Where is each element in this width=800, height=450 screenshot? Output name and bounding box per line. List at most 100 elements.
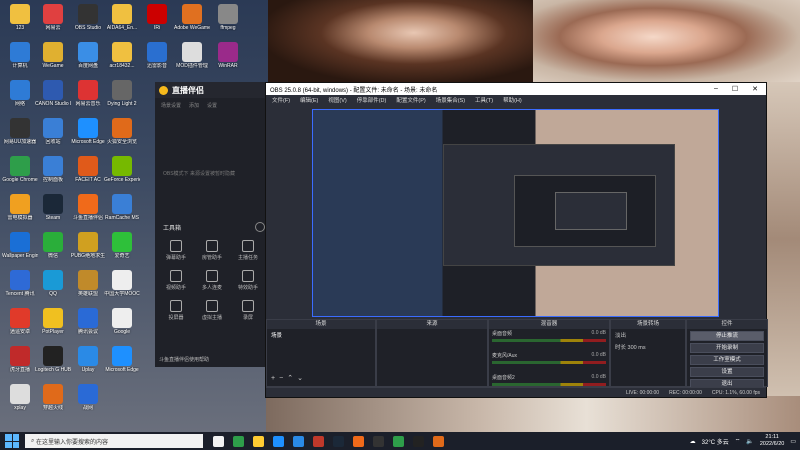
- desktop-icon[interactable]: Wallpaper Engine: [2, 230, 38, 268]
- taskbar-app-icon[interactable]: [433, 435, 444, 447]
- taskbar-app-icon[interactable]: [233, 435, 244, 447]
- desktop-icon[interactable]: Google Chrome: [2, 154, 38, 192]
- network-icon[interactable]: ⌔: [735, 437, 741, 445]
- toolbox-tool[interactable]: 录屏: [233, 300, 263, 321]
- volume-meter[interactable]: [492, 339, 606, 342]
- taskbar-app-icon[interactable]: [313, 435, 324, 447]
- notification-icon[interactable]: ▭: [790, 438, 796, 445]
- volume-icon[interactable]: 🔈: [746, 438, 753, 445]
- desktop-icon[interactable]: FACEIT AC: [70, 154, 106, 192]
- desktop-icon[interactable]: PotPlayer: [35, 306, 71, 344]
- desktop-icon[interactable]: PUBG绝地求生: [70, 230, 106, 268]
- duration-input[interactable]: 300 ms: [628, 345, 646, 351]
- desktop-icon[interactable]: AIDA64_En...: [104, 2, 140, 40]
- stream-tab[interactable]: 添加: [189, 102, 199, 109]
- scene-list-item[interactable]: 场景: [267, 329, 375, 341]
- settings-button[interactable]: 设置: [690, 367, 764, 377]
- stream-help-link[interactable]: 斗鱼直播伴侣使用帮助: [159, 356, 209, 363]
- menu-scene-collection[interactable]: 场景集合(S): [436, 96, 465, 104]
- close-icon[interactable]: ✕: [752, 85, 758, 93]
- desktop-icon[interactable]: Microsoft Edge: [104, 344, 140, 382]
- taskbar-app-icon[interactable]: [273, 435, 284, 447]
- toolbox-tool[interactable]: 房管助手: [197, 240, 227, 261]
- toolbox-tool[interactable]: 多人连麦: [197, 270, 227, 291]
- move-up-icon[interactable]: ⌃: [287, 375, 297, 382]
- minimize-icon[interactable]: –: [714, 85, 718, 93]
- taskbar-app-icon[interactable]: [253, 435, 264, 447]
- desktop-icon[interactable]: 百度网盘: [70, 40, 106, 78]
- desktop-icon[interactable]: 网易云音乐: [70, 78, 106, 116]
- desktop-icon[interactable]: 123: [2, 2, 38, 40]
- desktop-icon[interactable]: WeGame: [35, 40, 71, 78]
- menu-help[interactable]: 帮助(H): [503, 96, 522, 104]
- transition-type-select[interactable]: 淡出: [611, 329, 685, 341]
- taskbar-app-icon[interactable]: [213, 435, 224, 447]
- stop-streaming-button[interactable]: 停止推流: [690, 331, 764, 341]
- desktop-icon[interactable]: Tencent 腾讯: [2, 268, 38, 306]
- menu-edit[interactable]: 编辑(E): [300, 96, 318, 104]
- maximize-icon[interactable]: ☐: [732, 85, 738, 93]
- desktop-icon[interactable]: CANON Studio Lite: [35, 78, 71, 116]
- desktop-icon[interactable]: 迅雷影音: [139, 40, 175, 78]
- toolbox-tool[interactable]: 视频助手: [161, 270, 191, 291]
- toolbox-tool[interactable]: 主播任务: [233, 240, 263, 261]
- weather-readout[interactable]: 32°C 多云: [702, 437, 729, 446]
- taskbar-app-icon[interactable]: [293, 435, 304, 447]
- menu-file[interactable]: 文件(F): [272, 96, 290, 104]
- desktop-icon[interactable]: 战网: [70, 382, 106, 420]
- desktop-icon[interactable]: 腾讯会议: [70, 306, 106, 344]
- desktop-icon[interactable]: xplay: [2, 382, 38, 420]
- desktop-icon[interactable]: 网易云: [35, 2, 71, 40]
- desktop-icon[interactable]: 中国大学MOOC: [104, 268, 140, 306]
- desktop-icon[interactable]: Logitech G HUB: [35, 344, 71, 382]
- start-button[interactable]: [5, 434, 19, 448]
- desktop-icon[interactable]: 逍遥安卓: [2, 306, 38, 344]
- desktop-icon[interactable]: IRi: [139, 2, 175, 40]
- move-down-icon[interactable]: ⌄: [297, 375, 307, 382]
- desktop-icon[interactable]: 虎牙直播: [2, 344, 38, 382]
- desktop-icon[interactable]: 回收站: [35, 116, 71, 154]
- desktop-icon[interactable]: 爱奇艺: [104, 230, 140, 268]
- studio-mode-button[interactable]: 工作室模式: [690, 355, 764, 365]
- toolbox-tool[interactable]: 虚拟主播: [197, 300, 227, 321]
- taskbar-clock[interactable]: 21:11 2022/6/20: [760, 434, 784, 448]
- desktop-icon[interactable]: 雷电模拟器: [2, 192, 38, 230]
- desktop-icon[interactable]: 穿越火线: [35, 382, 71, 420]
- menu-docks[interactable]: 停靠部件(D): [357, 96, 387, 104]
- remove-icon[interactable]: −: [279, 375, 287, 382]
- taskbar-app-icon[interactable]: [393, 435, 404, 447]
- add-icon[interactable]: +: [271, 375, 279, 382]
- desktop-icon[interactable]: 微信: [35, 230, 71, 268]
- menu-tools[interactable]: 工具(T): [475, 96, 493, 104]
- desktop-icon[interactable]: Microsoft Edge: [70, 116, 106, 154]
- desktop-icon[interactable]: QQ: [35, 268, 71, 306]
- desktop-icon[interactable]: 网络: [2, 78, 38, 116]
- desktop-icon[interactable]: Adobe WeGame: [174, 2, 210, 40]
- taskbar-app-icon[interactable]: [333, 435, 344, 447]
- weather-icon[interactable]: ☁: [690, 438, 696, 445]
- menu-profile[interactable]: 配置文件(P): [396, 96, 425, 104]
- start-recording-button[interactable]: 开始录制: [690, 343, 764, 353]
- desktop-icon[interactable]: GeForce Experience: [104, 154, 140, 192]
- taskbar-search-box[interactable]: ⌕ 在这里输入你要搜索的内容: [25, 434, 203, 448]
- desktop-icon[interactable]: 英雄联盟: [70, 268, 106, 306]
- desktop-icon[interactable]: acr18432...: [104, 40, 140, 78]
- desktop-icon[interactable]: WinRAR: [210, 40, 246, 78]
- stream-tab[interactable]: 场景设置: [161, 102, 181, 109]
- desktop-icon[interactable]: 控制面板: [35, 154, 71, 192]
- desktop-icon[interactable]: Steam: [35, 192, 71, 230]
- desktop-icon[interactable]: OBS Studio: [70, 2, 106, 40]
- desktop-icon[interactable]: 网易UU加速器: [2, 116, 38, 154]
- volume-meter[interactable]: [492, 383, 606, 386]
- desktop-icon[interactable]: Dying Light 2: [104, 78, 140, 116]
- desktop-icon[interactable]: Google: [104, 306, 140, 344]
- toolbox-collapse-icon[interactable]: [255, 222, 265, 232]
- taskbar-app-icon[interactable]: [413, 435, 424, 447]
- toolbox-tool[interactable]: 投屏器: [161, 300, 191, 321]
- taskbar-app-icon[interactable]: [353, 435, 364, 447]
- desktop-icon[interactable]: 斗鱼直播伴侣: [70, 192, 106, 230]
- desktop-icon[interactable]: 计算机: [2, 40, 38, 78]
- desktop-icon[interactable]: ffmpeg: [210, 2, 246, 40]
- menu-view[interactable]: 视图(V): [328, 96, 346, 104]
- desktop-icon[interactable]: Uplay: [70, 344, 106, 382]
